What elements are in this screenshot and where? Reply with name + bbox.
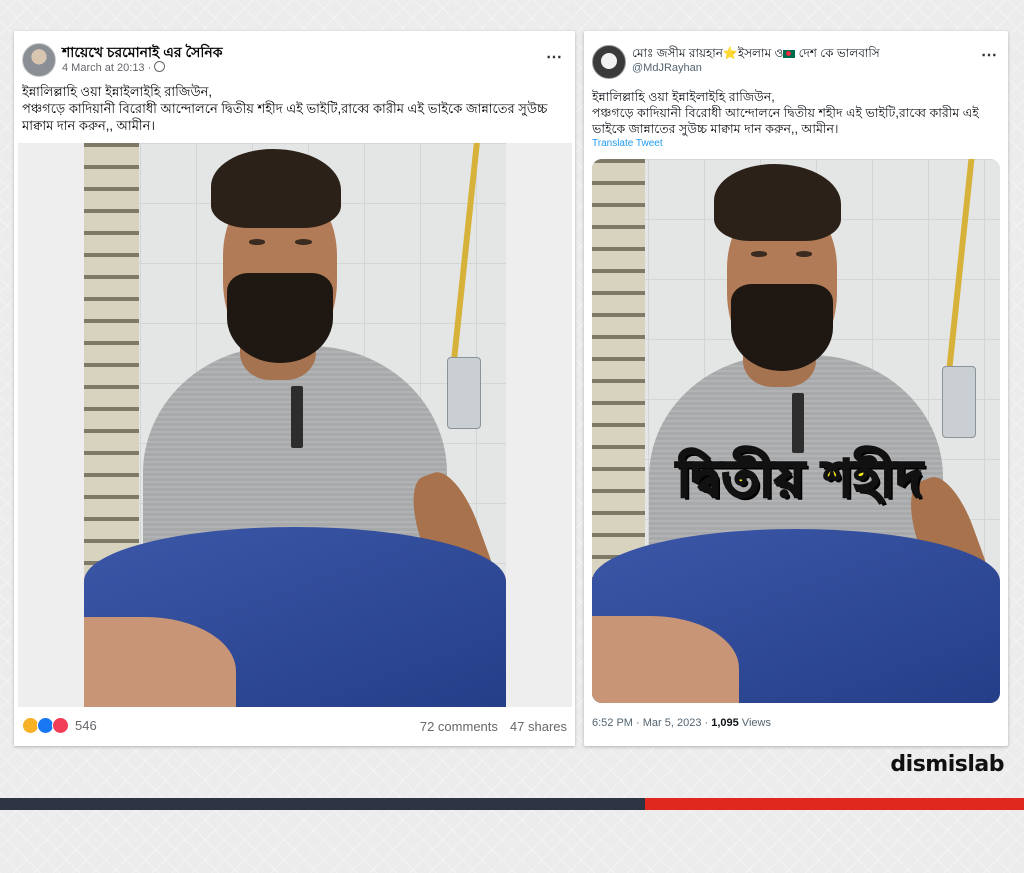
footer-bar-dark <box>0 798 645 810</box>
display-name-tail: দেশ কে ভালবাসি <box>795 46 880 60</box>
translate-tweet-link[interactable]: Translate Tweet <box>592 138 663 149</box>
globe-icon <box>154 61 166 72</box>
tweet-text-line: ইন্নালিল্লাহি ওয়া ইন্নাইলাইহি রাজিউন, <box>592 90 775 104</box>
photo-scene: দ্বিতীয় শহীদ <box>592 159 1000 703</box>
reactions-summary[interactable]: 546 <box>22 717 97 734</box>
photo-letterbox <box>506 143 572 707</box>
shirt-placket <box>290 385 304 448</box>
shares-link[interactable]: 47 shares <box>510 719 567 734</box>
love-reaction-icon <box>52 717 69 734</box>
hair <box>714 164 841 241</box>
brand-logo: dismislab <box>890 752 1004 777</box>
more-options-icon[interactable]: ⋯ <box>981 45 998 65</box>
beard <box>227 272 333 363</box>
timestamp-text[interactable]: 4 March at 20:13 · <box>62 62 151 74</box>
photo-scene <box>84 143 511 707</box>
author-avatar[interactable] <box>22 43 56 77</box>
post-text-line: পঞ্চগড়ে কাদিয়ানী বিরোধী আন্দোলনে দ্বিত… <box>22 101 548 116</box>
footer-bar-red <box>645 798 1024 810</box>
post-text-line: ইন্নালিল্লাহি ওয়া ইন্নাইলাইহি রাজিউন, <box>22 84 213 99</box>
tweet-meta: 6:52 PM · Mar 5, 2023 · 1,095 Views <box>592 717 771 729</box>
image-overlay-caption: দ্বিতীয় শহীদ <box>675 448 924 509</box>
bangladesh-flag-icon <box>783 49 796 58</box>
beard <box>730 284 833 372</box>
tweet-text: ইন্নালিল্লাহি ওয়া ইন্নাইলাইহি রাজিউন, প… <box>592 89 1002 137</box>
eye <box>295 238 312 245</box>
views-label: Views <box>738 717 771 729</box>
facebook-post-card: শায়েখে চরমোনাই এর সৈনিক 4 March at 20:1… <box>14 31 575 746</box>
post-stats: 72 comments 47 shares <box>420 719 567 734</box>
post-timestamp[interactable]: 4 March at 20:13 · <box>62 61 166 74</box>
eye <box>751 251 768 257</box>
photo-letterbox <box>18 143 84 707</box>
oxygen-valve <box>446 357 481 430</box>
comments-link[interactable]: 72 comments <box>420 719 498 734</box>
reactions-count: 546 <box>75 718 97 733</box>
tweet-photo[interactable]: দ্বিতীয় শহীদ <box>592 159 1000 703</box>
post-text: ইন্নালিল্লাহি ওয়া ইন্নাইলাইহি রাজিউন, প… <box>22 83 567 134</box>
tweet-card: মোঃ জসীম রায়হান⭐ইসলাম ও দেশ কে ভালবাসি … <box>584 31 1008 746</box>
display-name-text: মোঃ জসীম রায়হান⭐ইসলাম ও <box>632 46 784 60</box>
tweet-time-date[interactable]: 6:52 PM · Mar 5, 2023 · <box>592 717 711 729</box>
views-count: 1,095 <box>711 717 739 729</box>
window-grille <box>84 143 139 583</box>
post-photo[interactable] <box>18 143 572 707</box>
more-options-icon[interactable]: ⋯ <box>546 47 563 67</box>
post-text-line: মাক্বাম দান করুন,, আমীন। <box>22 118 156 133</box>
eye <box>796 251 813 257</box>
tweet-author-avatar[interactable] <box>592 45 626 79</box>
tweet-text-line: ভাইকে জান্নাতের সুউচ্চ মাক্বাম দান করুন,… <box>592 122 839 136</box>
eye <box>248 238 266 245</box>
oxygen-valve <box>941 365 976 438</box>
tweet-text-line: পঞ্চগড়ে কাদিয়ানী বিরোধী আন্দোলনে দ্বিত… <box>592 106 979 120</box>
tweet-handle[interactable]: @MdJRayhan <box>632 62 702 74</box>
